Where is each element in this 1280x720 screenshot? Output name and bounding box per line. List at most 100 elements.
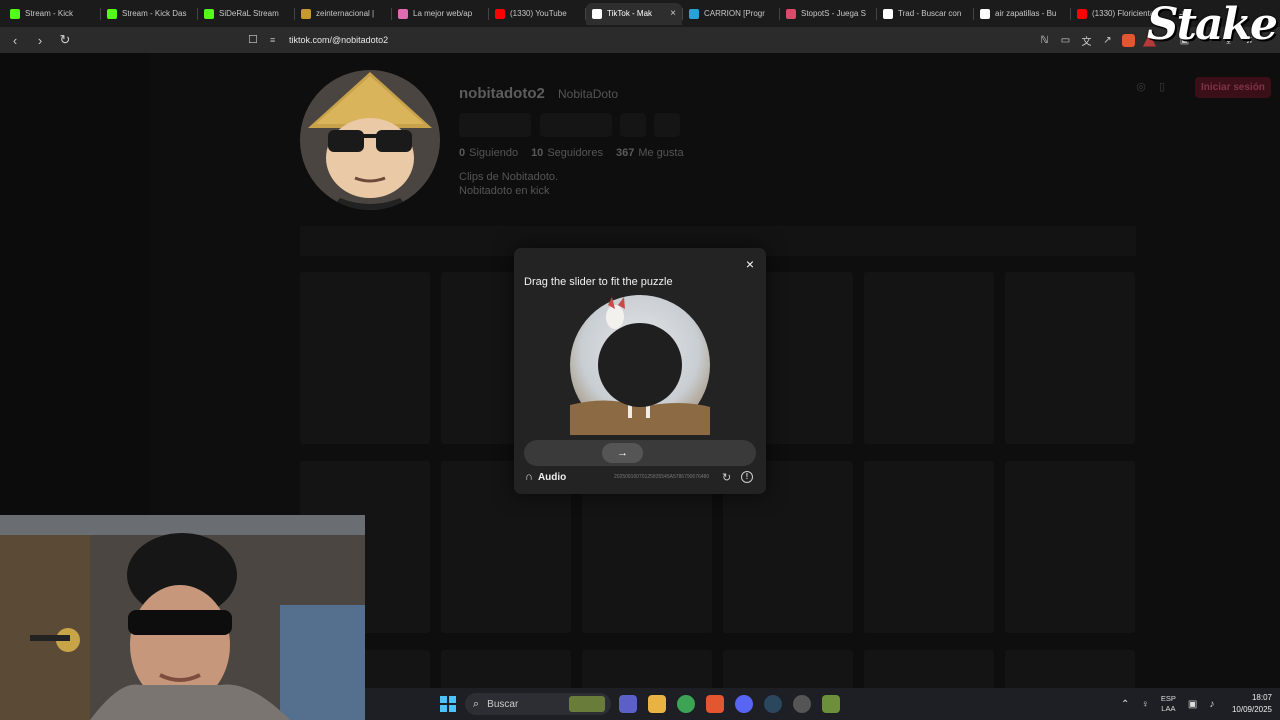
discord-icon[interactable] [735, 695, 753, 713]
teams-icon[interactable] [619, 695, 637, 713]
tab-title: TikTok - Mak [607, 9, 653, 18]
tab-title: StopotS - Juega S [801, 9, 866, 18]
browser-tab[interactable]: Trad - Buscar con [877, 3, 973, 25]
share-icon[interactable]: ↗ [1097, 30, 1118, 50]
tab-favicon-icon [689, 8, 699, 19]
browser-tab[interactable]: SiDeRaL Stream [198, 3, 294, 25]
tab-favicon-icon [786, 8, 796, 19]
info-icon[interactable]: ! [741, 471, 753, 483]
profile-bio: Clips de Nobitadoto. Nobitadoto en kick [459, 170, 558, 198]
forward-icon[interactable]: › [30, 30, 50, 50]
cast-icon[interactable]: ▭ [1055, 30, 1076, 50]
avatar [300, 70, 440, 210]
more-button-placeholder [654, 113, 680, 137]
bookmark-icon[interactable]: ☐ [248, 33, 258, 46]
followers-count: 10 [531, 147, 544, 159]
minecraft-icon[interactable] [822, 695, 840, 713]
volume-icon[interactable]: ♪ [1209, 699, 1214, 710]
tab-strip: Stream - Kick Stream - Kick Das SiDeRaL St… [0, 0, 1280, 27]
audio-button[interactable]: ∩ Audio [525, 471, 566, 483]
video-tile-placeholder [1005, 650, 1135, 690]
windows-start-icon[interactable] [440, 696, 456, 712]
tab-title: CARRION [Progr [704, 9, 765, 18]
captcha-slider-handle[interactable]: → [602, 443, 643, 463]
video-tile-placeholder [1005, 272, 1135, 444]
taskbar-search[interactable]: ⌕ Buscar [465, 693, 611, 715]
language-bottom: LAA [1161, 704, 1176, 713]
browser-tab[interactable]: (1330) YouTube [489, 3, 585, 25]
tab-favicon-icon [204, 8, 214, 19]
screen: Stream - Kick Stream - Kick Das SiDeRaL St… [0, 0, 1280, 720]
follow-button-placeholder [459, 113, 531, 137]
back-icon[interactable]: ‹ [5, 30, 25, 50]
browser-tab[interactable]: zeinternacional | [295, 3, 391, 25]
following-count: 0 [459, 147, 466, 159]
search-highlight-image [569, 696, 605, 712]
chevron-up-icon[interactable]: ⌃ [1121, 699, 1129, 710]
taskbar-search-placeholder: Buscar [487, 698, 519, 710]
translate-icon[interactable]: 文 [1076, 30, 1097, 50]
obs-icon[interactable] [793, 695, 811, 713]
login-button[interactable]: Iniciar sesión [1195, 77, 1271, 98]
profile-username: nobitadoto2 [459, 85, 545, 102]
share-button-placeholder [620, 113, 646, 137]
browser-tab[interactable]: CARRION [Progr [683, 3, 779, 25]
tab-favicon-icon [107, 8, 117, 19]
stake-logo: Stake [1146, 0, 1278, 50]
language-indicator[interactable]: ESP LAA [1161, 694, 1176, 714]
browser-tab[interactable]: air zapatillas - Bu [974, 3, 1070, 25]
following-label: Siguiendo [469, 147, 519, 159]
chrome-icon[interactable] [677, 695, 695, 713]
drag-arrow-icon: → [617, 447, 628, 459]
likes-label: Me gusta [638, 147, 684, 159]
windows-taskbar: ⌕ Buscar ⌃ ♀ ESP LAA ▣ ♪ 18:07 10/09/202… [365, 688, 1280, 720]
video-tile-placeholder [582, 650, 712, 690]
steam-icon[interactable] [764, 695, 782, 713]
search-icon: ⌕ [473, 697, 480, 710]
bio-line-2: Nobitadoto en kick [459, 185, 550, 197]
captcha-id: 20250910070125835545A5786790676480 [614, 474, 710, 480]
network-icon[interactable]: ▣ [1188, 699, 1197, 710]
video-tile-placeholder [864, 650, 994, 690]
browser-tab[interactable]: Stream - Kick Das [101, 3, 197, 25]
toolbar-actions: ℕ ▭ 文 ↗ [1034, 27, 1160, 53]
upload-icon[interactable]: ◎ [1133, 80, 1149, 96]
video-tile-placeholder [723, 650, 853, 690]
brave-shields-icon[interactable] [1118, 30, 1139, 50]
tab-close-icon[interactable]: × [670, 8, 676, 19]
browser-tab[interactable]: La mejor web/ap [392, 3, 488, 25]
profile-nickname: NobitaDoto [558, 87, 619, 101]
tab-favicon-icon [495, 8, 505, 19]
captcha-modal: Drag the slider to fit the puzzle × → ∩ … [514, 248, 766, 494]
tab-favicon-icon [883, 8, 893, 19]
browser-tab[interactable]: StopotS - Juega S [780, 3, 876, 25]
headphones-icon: ∩ [525, 471, 533, 483]
reader-mode-icon[interactable]: ℕ [1034, 30, 1055, 50]
followers-label: Seguidores [547, 147, 603, 159]
bio-line-1: Clips de Nobitadoto. [459, 171, 559, 183]
brave-icon[interactable] [706, 695, 724, 713]
browser-tab[interactable]: Stream - Kick [4, 3, 100, 25]
taskbar-clock[interactable]: 18:07 10/09/2025 [1232, 692, 1272, 716]
close-icon[interactable]: × [743, 257, 757, 271]
tab-title: Trad - Buscar con [898, 9, 962, 18]
captcha-slider-track[interactable]: → [524, 440, 756, 466]
microphone-icon[interactable]: ♀ [1141, 699, 1149, 710]
tab-favicon-icon [592, 8, 602, 19]
clock-time: 18:07 [1251, 693, 1272, 702]
device-icon[interactable]: ▯ [1154, 80, 1170, 96]
browser-tab[interactable]: TikTok - Mak × [586, 2, 682, 25]
site-info-icon[interactable]: ≡ [270, 35, 280, 45]
video-tile-placeholder [1005, 461, 1135, 633]
video-tile-placeholder [300, 272, 430, 444]
refresh-icon[interactable]: ↻ [722, 471, 731, 484]
tab-favicon-icon [1077, 8, 1087, 19]
address-bar[interactable]: ≡ tiktok.com/@nobitadoto2 [270, 27, 388, 53]
file-explorer-icon[interactable] [648, 695, 666, 713]
reload-icon[interactable]: ↻ [55, 30, 75, 50]
header-actions: ◎ ▯ Iniciar sesión [1133, 77, 1271, 98]
captcha-title: Drag the slider to fit the puzzle [524, 276, 673, 288]
tab-title: (1330) YouTube [510, 9, 567, 18]
tab-title: La mejor web/ap [413, 9, 473, 18]
tab-title: Stream - Kick Das [122, 9, 187, 18]
